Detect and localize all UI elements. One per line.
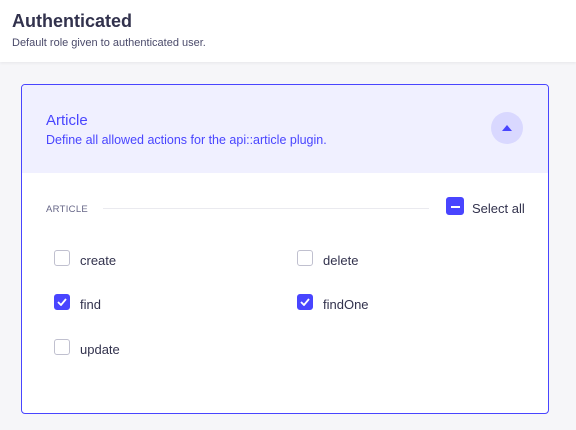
- select-all-checkbox[interactable]: [446, 197, 464, 215]
- collapse-button[interactable]: [491, 112, 523, 144]
- checkbox-create[interactable]: [54, 250, 70, 266]
- permissions-accordion: Article Define all allowed actions for t…: [21, 84, 549, 414]
- checkbox-update-label[interactable]: update: [80, 342, 120, 357]
- section-divider: [103, 208, 429, 209]
- chevron-up-icon: [502, 125, 512, 131]
- accordion-description: Define all allowed actions for the api::…: [46, 133, 327, 147]
- check-icon: [57, 298, 67, 306]
- checkbox-findone-label[interactable]: findOne: [323, 297, 369, 312]
- checkbox-find[interactable]: [54, 294, 70, 310]
- accordion-title: Article: [46, 112, 88, 129]
- page-title: Authenticated: [12, 11, 133, 31]
- checkbox-update[interactable]: [54, 339, 70, 355]
- page-header: Authenticated Default role given to auth…: [0, 0, 576, 62]
- accordion-header[interactable]: Article Define all allowed actions for t…: [22, 85, 548, 173]
- checkbox-create-label[interactable]: create: [80, 253, 116, 268]
- checkbox-findone[interactable]: [297, 294, 313, 310]
- checkbox-find-label[interactable]: find: [80, 297, 101, 312]
- section-label: ARTICLE: [46, 204, 89, 215]
- checkbox-delete[interactable]: [297, 250, 313, 266]
- minus-icon: [451, 205, 460, 208]
- checkbox-delete-label[interactable]: delete: [323, 253, 358, 268]
- select-all-label[interactable]: Select all: [472, 201, 525, 216]
- page-subtitle: Default role given to authenticated user…: [12, 37, 206, 49]
- check-icon: [300, 298, 310, 306]
